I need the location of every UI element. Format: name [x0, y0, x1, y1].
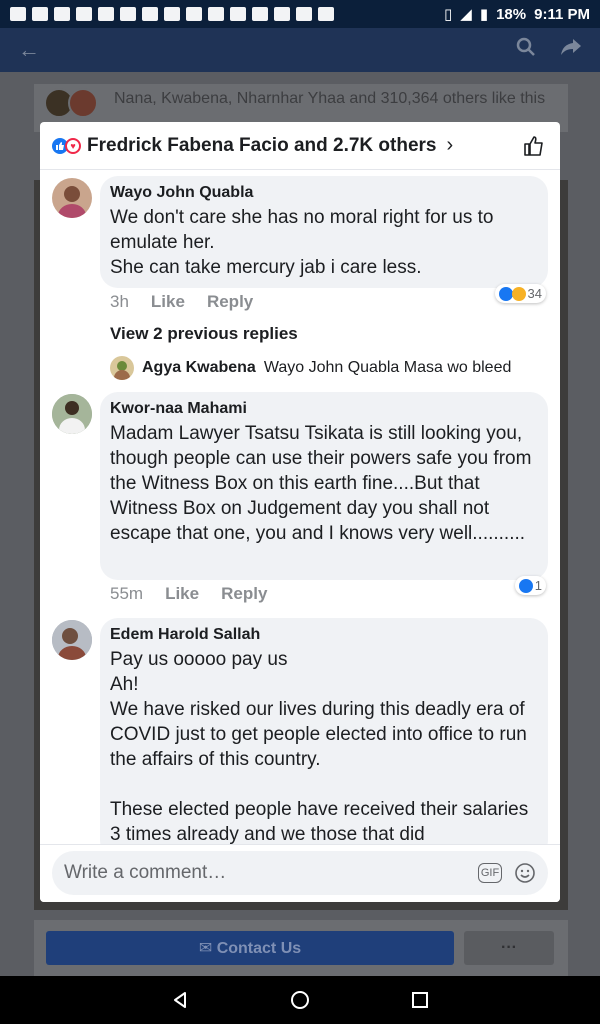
reaction-badge[interactable]: 1 — [514, 576, 546, 595]
comment-actions: 3h Like Reply — [110, 292, 253, 312]
avatar[interactable] — [52, 178, 92, 218]
comment-actions: 55m Like Reply — [110, 584, 267, 604]
reply-button[interactable]: Reply — [207, 292, 253, 312]
chevron-right-icon: › — [446, 134, 454, 156]
comment-input[interactable] — [64, 862, 468, 884]
notification-icons — [10, 7, 444, 21]
facebook-icon — [76, 7, 92, 21]
app-icon — [32, 7, 48, 21]
home-icon[interactable] — [288, 988, 312, 1012]
back-icon[interactable] — [168, 988, 192, 1012]
comment-time: 55m — [110, 584, 144, 603]
avatar[interactable] — [52, 620, 92, 660]
whatsapp-icon — [274, 7, 290, 21]
facebook-icon — [142, 7, 158, 21]
status-bar: ▯ ◢ ▮ 18% 9:11 PM — [0, 0, 600, 28]
gif-button[interactable]: GIF — [478, 863, 502, 883]
comment-input-container: GIF — [52, 851, 548, 895]
love-reaction-icon: ♥ — [65, 137, 81, 154]
avatar — [110, 356, 134, 380]
app-icon — [54, 7, 70, 21]
like-thumb-icon[interactable] — [520, 132, 548, 160]
comment-bubble: Wayo John Quabla We don't care she has n… — [100, 176, 548, 288]
chrome-icon — [208, 7, 224, 21]
battery-icon: ▮ — [479, 6, 489, 23]
comment-text: Pay us ooooo pay us Ah! We have risked o… — [110, 649, 529, 844]
skype-icon — [164, 7, 180, 21]
comment-author[interactable]: Kwor-naa Mahami — [110, 400, 536, 418]
search-icon[interactable] — [516, 37, 536, 63]
comment-author[interactable]: Edem Harold Sallah — [110, 626, 536, 644]
battery-level: 18% — [496, 5, 527, 23]
reaction-count: 1 — [534, 578, 542, 593]
vibrate-icon: ▯ — [444, 6, 453, 23]
chrome-icon — [98, 7, 114, 21]
emoji-icon[interactable] — [514, 862, 536, 884]
like-button[interactable]: Like — [151, 292, 185, 312]
facebook-icon — [252, 7, 268, 21]
comment-text: Madam Lawyer Tsatsu Tsikata is still loo… — [110, 423, 532, 544]
reply-preview[interactable]: Agya Kwabena Wayo John Quabla Masa wo bl… — [110, 356, 511, 380]
like-reaction-icon — [498, 286, 513, 301]
comment-composer: GIF — [40, 844, 560, 902]
gallery-icon — [296, 7, 312, 21]
page-actions: ✉ Contact Us ··· — [34, 920, 568, 976]
reaction-icons: ♥ — [52, 137, 81, 154]
reply-text: Wayo John Quabla Masa wo bleed — [263, 359, 512, 376]
comment-bubble: Edem Harold Sallah Pay us ooooo pay us A… — [100, 618, 548, 844]
system-nav-bar — [0, 976, 600, 1024]
like-reaction-icon — [518, 578, 533, 593]
reactions-summary: Fredrick Fabena Facio and 2.7K others — [87, 134, 437, 156]
messenger-icon — [10, 7, 26, 21]
avatar[interactable] — [52, 394, 92, 434]
contact-us-button[interactable]: ✉ Contact Us — [46, 931, 454, 965]
reaction-badge[interactable]: 34 — [494, 284, 546, 303]
share-icon[interactable] — [560, 37, 582, 63]
comments-list: Wayo John Quabla We don't care she has n… — [40, 170, 560, 844]
comment-time: 3h — [110, 292, 129, 311]
comment-text: We don't care she has no moral right for… — [110, 207, 494, 278]
reaction-count: 34 — [527, 286, 542, 301]
comment-bubble: Kwor-naa Mahami Madam Lawyer Tsatsu Tsik… — [100, 392, 548, 580]
more-button[interactable]: ··· — [464, 931, 554, 965]
app-bar: ← — [0, 28, 600, 72]
clock: 9:11 PM — [534, 5, 590, 23]
instagram-icon — [318, 7, 334, 21]
view-previous-replies[interactable]: View 2 previous replies — [110, 324, 298, 344]
reactions-header[interactable]: ♥ Fredrick Fabena Facio and 2.7K others … — [40, 122, 560, 170]
signal-icon: ◢ — [460, 6, 472, 23]
reply-author: Agya Kwabena — [142, 359, 256, 376]
avatar — [68, 88, 98, 118]
facebook-icon — [186, 7, 202, 21]
facebook-icon — [120, 7, 136, 21]
likes-text: Nana, Kwabena, Nharnhar Yhaa and 310,364… — [114, 90, 546, 107]
recents-icon[interactable] — [408, 988, 432, 1012]
comments-modal: ♥ Fredrick Fabena Facio and 2.7K others … — [40, 122, 560, 902]
reply-button[interactable]: Reply — [221, 584, 267, 604]
back-arrow-icon[interactable]: ← — [18, 37, 40, 63]
like-button[interactable]: Like — [165, 584, 199, 604]
facebook-icon — [230, 7, 246, 21]
haha-reaction-icon — [511, 286, 526, 301]
comment-author[interactable]: Wayo John Quabla — [110, 184, 536, 202]
